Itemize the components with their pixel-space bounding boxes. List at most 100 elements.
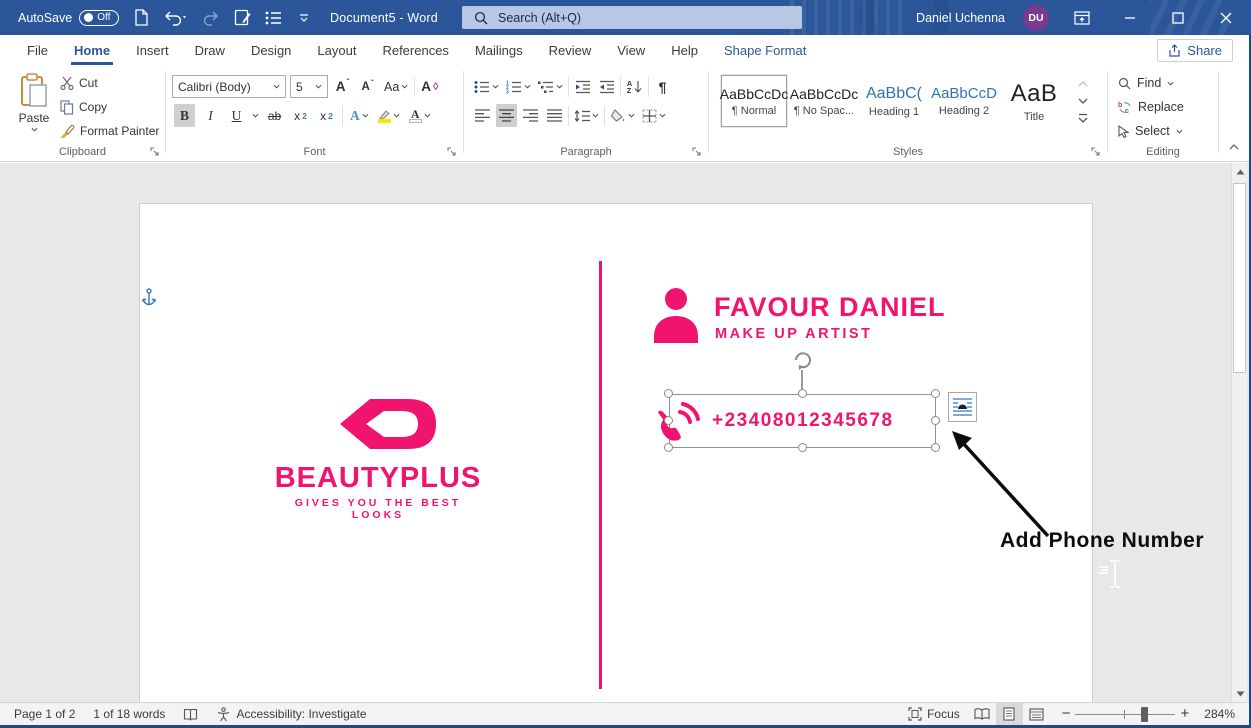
word-count[interactable]: 1 of 18 words <box>84 703 174 726</box>
layout-options-button[interactable] <box>948 392 977 422</box>
numbering-button[interactable]: 123 <box>504 75 533 98</box>
clipboard-dialog-launcher-icon[interactable] <box>150 147 160 157</box>
tab-home[interactable]: Home <box>61 35 123 65</box>
tab-references[interactable]: References <box>369 35 461 65</box>
scroll-down-button[interactable] <box>1232 685 1248 702</box>
close-button[interactable] <box>1211 0 1241 35</box>
rotate-handle[interactable] <box>792 350 813 371</box>
multilevel-list-button[interactable] <box>536 75 565 98</box>
undo-button[interactable] <box>163 9 189 27</box>
replace-button[interactable]: bc Replace <box>1118 97 1184 117</box>
style-no-spacing[interactable]: AaBbCcDc ¶ No Spac... <box>791 75 857 127</box>
clear-formatting-button[interactable]: A◊ <box>419 75 440 98</box>
change-case-button[interactable]: Aa <box>382 75 410 98</box>
show-hide-pilcrow-button[interactable]: ¶ <box>652 75 673 98</box>
tab-design[interactable]: Design <box>238 35 304 65</box>
redo-button[interactable] <box>202 9 220 27</box>
tab-view[interactable]: View <box>604 35 658 65</box>
autosave-switch[interactable]: Off <box>79 10 119 26</box>
brand-logo[interactable] <box>338 394 438 454</box>
cut-button[interactable]: Cut <box>60 74 159 92</box>
italic-button[interactable]: I <box>200 104 221 127</box>
bold-button[interactable]: B <box>174 104 195 127</box>
selection-handle[interactable] <box>664 389 673 398</box>
chevron-down-icon[interactable] <box>252 113 259 118</box>
tab-insert[interactable]: Insert <box>123 35 182 65</box>
paragraph-dialog-launcher-icon[interactable] <box>692 147 702 157</box>
tab-draw[interactable]: Draw <box>182 35 238 65</box>
read-mode-button[interactable] <box>969 703 996 726</box>
paste-button[interactable]: Paste <box>12 73 56 149</box>
underline-button[interactable]: U <box>226 104 247 127</box>
brand-tagline[interactable]: GIVES YOU THE BEST LOOKS <box>268 497 488 521</box>
zoom-level[interactable]: 284% <box>1195 703 1251 726</box>
quick-access-overflow-icon[interactable] <box>295 9 313 27</box>
new-document-icon[interactable] <box>132 9 150 27</box>
bullets-button[interactable] <box>472 75 501 98</box>
format-painter-button[interactable]: Format Painter <box>60 122 159 140</box>
selection-handle[interactable] <box>798 389 807 398</box>
find-button[interactable]: Find <box>1118 73 1174 93</box>
tab-shape-format[interactable]: Shape Format <box>711 35 819 65</box>
tab-help[interactable]: Help <box>658 35 711 65</box>
user-name[interactable]: Daniel Uchenna <box>916 11 1005 25</box>
selection-handle[interactable] <box>798 443 807 452</box>
print-layout-button[interactable] <box>996 703 1023 726</box>
align-left-button[interactable] <box>472 104 493 127</box>
styles-gallery-more-icon[interactable] <box>1075 111 1091 126</box>
font-color-button[interactable]: A <box>407 104 433 127</box>
vertical-scrollbar[interactable] <box>1231 163 1247 702</box>
person-title[interactable]: MAKE UP ARTIST <box>715 326 872 342</box>
person-icon[interactable] <box>652 287 700 344</box>
minimize-button[interactable] <box>1115 0 1145 35</box>
style-heading-1[interactable]: AaBbC( Heading 1 <box>861 75 927 127</box>
tab-mailings[interactable]: Mailings <box>462 35 536 65</box>
justify-button[interactable] <box>544 104 565 127</box>
increase-indent-button[interactable] <box>596 75 617 98</box>
selection-handle[interactable] <box>931 389 940 398</box>
font-dialog-launcher-icon[interactable] <box>447 147 457 157</box>
document-canvas[interactable]: BEAUTYPLUS GIVES YOU THE BEST LOOKS FAVO… <box>0 163 1249 702</box>
style-title[interactable]: AaB Title <box>1001 75 1067 127</box>
copy-button[interactable]: Copy <box>60 98 159 116</box>
font-name-select[interactable]: Calibri (Body) <box>172 75 286 98</box>
subscript-button[interactable]: x2 <box>290 104 311 127</box>
scrollbar-thumb[interactable] <box>1233 183 1246 373</box>
avatar[interactable]: DU <box>1023 5 1049 31</box>
anchor-icon[interactable] <box>142 288 156 307</box>
share-button[interactable]: Share <box>1157 39 1233 62</box>
style-heading-2[interactable]: AaBbCcD Heading 2 <box>931 75 997 127</box>
annotation-arrow[interactable] <box>948 426 1053 542</box>
maximize-button[interactable] <box>1163 0 1193 35</box>
person-name[interactable]: FAVOUR DANIEL <box>714 292 946 323</box>
tab-review[interactable]: Review <box>536 35 605 65</box>
borders-button[interactable] <box>640 104 668 127</box>
style-normal[interactable]: AaBbCcDc ¶ Normal <box>721 75 787 127</box>
focus-mode-button[interactable]: Focus <box>899 703 969 726</box>
phone-number-text[interactable]: +23408012345678 <box>712 410 894 432</box>
scroll-up-button[interactable] <box>1232 163 1248 180</box>
selection-handle[interactable] <box>931 443 940 452</box>
zoom-slider[interactable] <box>1075 703 1175 726</box>
superscript-button[interactable]: x2 <box>316 104 337 127</box>
styles-scroll-down-icon[interactable] <box>1075 94 1091 109</box>
selection-handle[interactable] <box>664 443 673 452</box>
strikethrough-button[interactable]: ab <box>264 104 285 127</box>
styles-scroll-up-icon[interactable] <box>1075 77 1091 92</box>
grow-font-button[interactable]: Aˆ <box>332 75 353 98</box>
zoom-in-button[interactable]: + <box>1175 703 1196 726</box>
highlight-color-button[interactable] <box>376 104 402 127</box>
autosave-toggle[interactable]: AutoSave Off <box>18 10 119 26</box>
align-center-button[interactable] <box>496 104 517 127</box>
collapse-ribbon-icon[interactable] <box>1228 143 1240 151</box>
brand-name[interactable]: BEAUTYPLUS <box>268 462 488 495</box>
ribbon-display-options-button[interactable] <box>1067 0 1097 35</box>
annotation-label[interactable]: Add Phone Number <box>1000 529 1204 553</box>
tab-layout[interactable]: Layout <box>304 35 369 65</box>
zoom-out-button[interactable]: − <box>1050 703 1075 726</box>
page-indicator[interactable]: Page 1 of 2 <box>0 703 84 726</box>
document-page[interactable]: BEAUTYPLUS GIVES YOU THE BEST LOOKS FAVO… <box>139 203 1093 702</box>
decrease-indent-button[interactable] <box>572 75 593 98</box>
styles-dialog-launcher-icon[interactable] <box>1091 147 1101 157</box>
bullet-list-icon[interactable] <box>264 9 282 27</box>
